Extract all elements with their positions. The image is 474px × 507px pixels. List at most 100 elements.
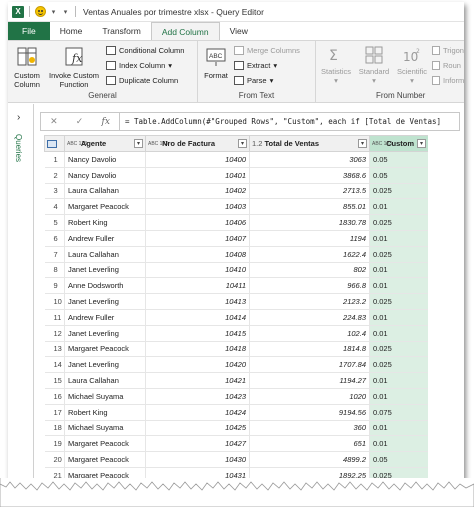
row-index-cell[interactable]: 1 bbox=[44, 151, 65, 168]
nro-de-factura-cell[interactable]: 10400 bbox=[145, 151, 250, 168]
tab-file[interactable]: File bbox=[8, 22, 50, 40]
total-de-ventas-cell[interactable]: 1194.27 bbox=[249, 372, 370, 389]
agente-cell[interactable]: Margaret Peacock bbox=[64, 451, 146, 468]
column-header-agente[interactable]: ABC 123 Agente ▾ bbox=[64, 135, 146, 152]
nro-de-factura-cell[interactable]: 10424 bbox=[145, 404, 250, 421]
nro-de-factura-cell[interactable]: 10402 bbox=[145, 183, 250, 200]
agente-cell[interactable]: Margaret Peacock bbox=[64, 435, 146, 453]
total-de-ventas-cell[interactable]: 966.8 bbox=[249, 277, 370, 295]
total-de-ventas-cell[interactable]: 224.83 bbox=[249, 309, 370, 326]
agente-cell[interactable]: Michael Suyama bbox=[64, 388, 146, 405]
nro-de-factura-cell[interactable]: 10411 bbox=[145, 277, 250, 295]
row-index-cell[interactable]: 7 bbox=[44, 246, 65, 263]
table-row[interactable]: 12 Janet Leverling 10415 102.4 0.01 bbox=[44, 325, 428, 342]
table-row[interactable]: 16 Michael Suyama 10423 1020 0.01 bbox=[44, 388, 428, 405]
type-any-icon[interactable]: ABC 123 bbox=[67, 141, 87, 147]
total-de-ventas-cell[interactable]: 1020 bbox=[249, 388, 370, 405]
total-de-ventas-cell[interactable]: 1194 bbox=[249, 230, 370, 247]
tab-home[interactable]: Home bbox=[50, 22, 93, 40]
type-any-icon[interactable]: ABC 123 bbox=[148, 141, 168, 147]
total-de-ventas-cell[interactable]: 102.4 bbox=[249, 325, 370, 342]
agente-cell[interactable]: Andrew Fuller bbox=[64, 309, 146, 326]
nro-de-factura-cell[interactable]: 10410 bbox=[145, 262, 250, 279]
merge-columns-button[interactable]: Merge Columns bbox=[234, 46, 300, 55]
type-any-icon[interactable]: ABC 123 bbox=[372, 141, 392, 147]
confirm-formula-icon[interactable]: ✓ bbox=[76, 116, 84, 127]
type-decimal-icon[interactable]: 1.2 bbox=[252, 139, 262, 148]
custom-cell[interactable]: 0.025 bbox=[369, 293, 428, 310]
column-header-nro-de-factura[interactable]: ABC 123 Nro de Factura ▾ bbox=[145, 135, 250, 152]
row-index-cell[interactable]: 10 bbox=[44, 293, 65, 310]
custom-cell[interactable]: 0.05 bbox=[369, 167, 428, 184]
nro-de-factura-cell[interactable]: 10401 bbox=[145, 167, 250, 184]
total-de-ventas-cell[interactable]: 9194.56 bbox=[249, 404, 370, 421]
total-de-ventas-cell[interactable]: 651 bbox=[249, 435, 370, 453]
total-de-ventas-cell[interactable]: 1830.78 bbox=[249, 214, 370, 231]
total-de-ventas-cell[interactable]: 4899.2 bbox=[249, 451, 370, 468]
row-index-cell[interactable]: 9 bbox=[44, 277, 65, 295]
nro-de-factura-cell[interactable]: 10421 bbox=[145, 372, 250, 389]
filter-dropdown-icon[interactable]: ▾ bbox=[358, 139, 367, 148]
formula-input[interactable]: = Table.AddColumn(#"Grouped Rows", "Cust… bbox=[120, 112, 460, 131]
custom-cell[interactable]: 0.01 bbox=[369, 262, 428, 279]
table-row[interactable]: 20 Margaret Peacock 10430 4899.2 0.05 bbox=[44, 451, 428, 468]
agente-cell[interactable]: Janet Leverling bbox=[64, 293, 146, 310]
extract-dropdown-icon[interactable]: ▾ bbox=[273, 61, 277, 70]
custom-cell[interactable]: 0.01 bbox=[369, 230, 428, 247]
custom-cell[interactable]: 0.075 bbox=[369, 404, 428, 421]
index-column-button[interactable]: Index Column ▾ bbox=[106, 61, 172, 70]
agente-cell[interactable]: Laura Callahan bbox=[64, 183, 146, 200]
custom-cell[interactable]: 0.01 bbox=[369, 198, 428, 216]
custom-cell[interactable]: 0.01 bbox=[369, 325, 428, 342]
table-row[interactable]: 17 Robert King 10424 9194.56 0.075 bbox=[44, 404, 428, 421]
filter-dropdown-icon[interactable]: ▾ bbox=[238, 139, 247, 148]
nro-de-factura-cell[interactable]: 10413 bbox=[145, 293, 250, 310]
agente-cell[interactable]: Janet Leverling bbox=[64, 325, 146, 342]
expand-queries-chevron-icon[interactable]: › bbox=[17, 112, 20, 123]
table-row[interactable]: 7 Laura Callahan 10408 1622.4 0.025 bbox=[44, 246, 428, 263]
table-row[interactable]: 2 Nancy Davolio 10401 3868.6 0.05 bbox=[44, 167, 428, 184]
row-index-cell[interactable]: 4 bbox=[44, 198, 65, 216]
filter-dropdown-icon[interactable]: ▾ bbox=[417, 139, 426, 148]
row-index-cell[interactable]: 6 bbox=[44, 230, 65, 247]
invoke-custom-function-button[interactable]: fx Invoke Custom Function bbox=[46, 45, 102, 89]
table-row[interactable]: 10 Janet Leverling 10413 2123.2 0.025 bbox=[44, 293, 428, 310]
queries-pane-label[interactable]: Queries bbox=[14, 134, 23, 162]
row-index-cell[interactable]: 12 bbox=[44, 325, 65, 342]
table-row[interactable]: 4 Margaret Peacock 10403 855.01 0.01 bbox=[44, 198, 428, 216]
table-row[interactable]: 14 Janet Leverling 10420 1707.84 0.025 bbox=[44, 356, 428, 374]
table-row[interactable]: 6 Andrew Fuller 10407 1194 0.01 bbox=[44, 230, 428, 247]
table-row[interactable]: 15 Laura Callahan 10421 1194.27 0.01 bbox=[44, 372, 428, 389]
nro-de-factura-cell[interactable]: 10430 bbox=[145, 451, 250, 468]
tab-transform[interactable]: Transform bbox=[92, 22, 150, 40]
row-index-cell[interactable]: 17 bbox=[44, 404, 65, 421]
fx-icon[interactable]: fx bbox=[101, 117, 109, 127]
extract-button[interactable]: Extract ▾ bbox=[234, 61, 277, 70]
custom-cell[interactable]: 0.01 bbox=[369, 277, 428, 295]
agente-cell[interactable]: Margaret Peacock bbox=[64, 341, 146, 358]
table-row[interactable]: 9 Anne Dodsworth 10411 966.8 0.01 bbox=[44, 277, 428, 295]
scientific-button[interactable]: 10 2 Scientific ▾ bbox=[394, 45, 430, 85]
nro-de-factura-cell[interactable]: 10414 bbox=[145, 309, 250, 326]
agente-cell[interactable]: Michael Suyama bbox=[64, 420, 146, 437]
quick-access-more-icon[interactable]: ▾ bbox=[61, 8, 70, 16]
smiley-feedback-icon[interactable] bbox=[35, 6, 46, 17]
nro-de-factura-cell[interactable]: 10420 bbox=[145, 356, 250, 374]
table-row[interactable]: 11 Andrew Fuller 10414 224.83 0.01 bbox=[44, 309, 428, 326]
nro-de-factura-cell[interactable]: 10418 bbox=[145, 341, 250, 358]
agente-cell[interactable]: Laura Callahan bbox=[64, 246, 146, 263]
total-de-ventas-cell[interactable]: 2123.2 bbox=[249, 293, 370, 310]
nro-de-factura-cell[interactable]: 10406 bbox=[145, 214, 250, 231]
total-de-ventas-cell[interactable]: 3063 bbox=[249, 151, 370, 168]
table-row[interactable]: 19 Margaret Peacock 10427 651 0.01 bbox=[44, 435, 428, 453]
nro-de-factura-cell[interactable]: 10425 bbox=[145, 420, 250, 437]
agente-cell[interactable]: Andrew Fuller bbox=[64, 230, 146, 247]
parse-dropdown-icon[interactable]: ▾ bbox=[270, 76, 274, 85]
conditional-column-button[interactable]: Conditional Column bbox=[106, 46, 184, 55]
custom-cell[interactable]: 0.025 bbox=[369, 341, 428, 358]
total-de-ventas-cell[interactable]: 1707.84 bbox=[249, 356, 370, 374]
column-header-custom[interactable]: ABC 123 Custom ▾ bbox=[369, 135, 428, 152]
row-index-cell[interactable]: 13 bbox=[44, 341, 65, 358]
agente-cell[interactable]: Margaret Peacock bbox=[64, 198, 146, 216]
total-de-ventas-cell[interactable]: 2713.5 bbox=[249, 183, 370, 200]
